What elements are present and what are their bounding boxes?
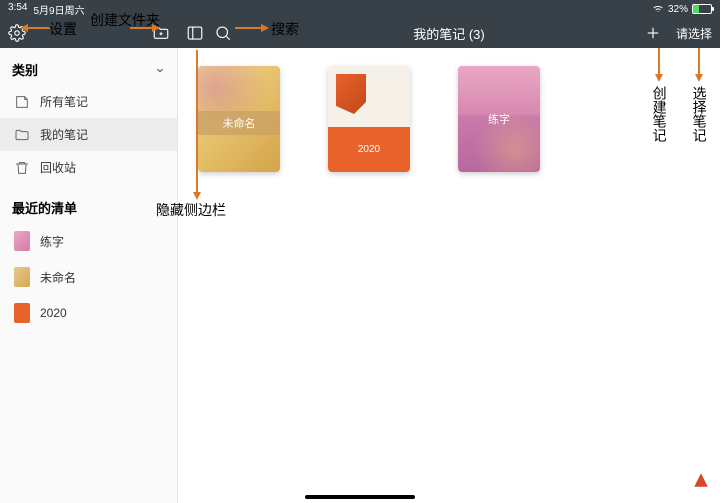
sidebar-item-my-notes[interactable]: 我的笔记 — [0, 118, 177, 151]
page-title: 我的笔记 (3) — [413, 24, 485, 43]
home-indicator[interactable] — [305, 495, 415, 499]
chevron-down-icon — [155, 65, 165, 75]
sidebar-item-all-notes[interactable]: 所有笔记 — [0, 85, 177, 118]
sidebar-item-trash[interactable]: 回收站 — [0, 151, 177, 184]
recent-item[interactable]: 练字 — [0, 223, 177, 259]
note-card[interactable]: 练字 — [458, 66, 540, 172]
note-title: 练字 — [488, 111, 510, 127]
note-card[interactable]: 未命名 — [198, 66, 280, 172]
select-button[interactable]: 请选择 — [676, 25, 712, 42]
note-card[interactable]: 2020 — [328, 66, 410, 172]
sidebar: 类别 所有笔记 我的笔记 回收站 最近的清单 练字 未命名 — [0, 48, 178, 503]
toggle-sidebar-icon[interactable] — [186, 24, 204, 42]
section-label: 类别 — [12, 60, 38, 79]
battery-percent: 32% — [668, 4, 688, 15]
search-icon[interactable] — [214, 24, 232, 42]
note-title: 2020 — [358, 144, 380, 155]
chevron-down-icon — [155, 203, 165, 213]
status-date: 5月9日周六 — [33, 2, 84, 17]
wifi-icon — [652, 5, 664, 13]
recent-item[interactable]: 未命名 — [0, 259, 177, 295]
sidebar-item-label: 所有笔记 — [40, 93, 88, 110]
status-bar: 3:54 5月9日周六 32% — [0, 0, 720, 18]
trash-icon — [14, 160, 30, 176]
recent-item-label: 2020 — [40, 306, 67, 320]
notes-grid: 未命名 2020 练字 — [178, 48, 720, 503]
section-recent[interactable]: 最近的清单 — [0, 192, 177, 223]
section-label: 最近的清单 — [12, 198, 77, 217]
recent-item-label: 未命名 — [40, 269, 76, 286]
battery-icon — [692, 4, 712, 14]
section-categories[interactable]: 类别 — [0, 54, 177, 85]
notes-icon — [14, 94, 30, 110]
add-folder-icon[interactable] — [152, 24, 170, 42]
sidebar-item-label: 我的笔记 — [40, 126, 88, 143]
app-badge-icon — [692, 471, 710, 489]
sidebar-item-label: 回收站 — [40, 159, 76, 176]
recent-item[interactable]: 2020 — [0, 295, 177, 331]
folder-icon — [14, 127, 30, 143]
note-thumb-icon — [14, 303, 30, 323]
note-thumb-icon — [14, 267, 30, 287]
status-time: 3:54 — [8, 2, 27, 17]
settings-icon[interactable] — [8, 24, 26, 42]
add-note-icon[interactable] — [644, 24, 662, 42]
note-title: 未命名 — [223, 115, 256, 131]
note-thumb-icon — [14, 231, 30, 251]
recent-item-label: 练字 — [40, 233, 64, 250]
toolbar: 我的笔记 (3) 请选择 — [0, 18, 720, 48]
